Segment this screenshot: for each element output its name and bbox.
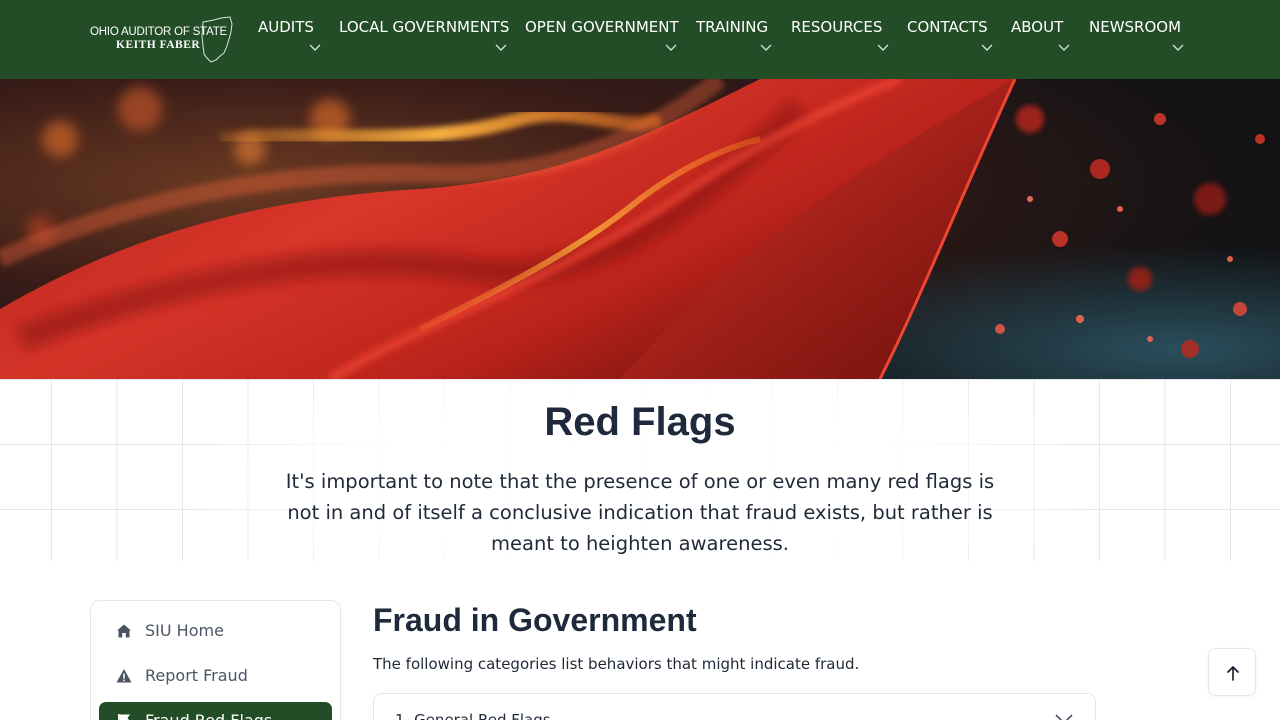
nav-local-governments[interactable]: LOCAL GOVERNMENTS (339, 18, 509, 62)
chevron-down-icon (981, 44, 993, 51)
back-to-top-button[interactable] (1208, 648, 1256, 696)
nav-label: OPEN GOVERNMENT (525, 18, 679, 36)
nav-audits[interactable]: AUDITS (258, 18, 321, 62)
chevron-down-icon (760, 44, 772, 51)
chevron-down-icon (665, 44, 677, 51)
chevron-down-icon (877, 44, 889, 51)
logo-line-1: OHIO AUDITOR OF STATE (90, 26, 228, 38)
intro-paragraph: It's important to note that the presence… (285, 470, 995, 555)
siu-sidebar: SIU Home Report Fraud Fraud Red Flags (90, 600, 341, 720)
top-navigation: OHIO AUDITOR OF STATE KEITH FABER AUDITS… (0, 0, 1280, 79)
home-icon (117, 624, 131, 638)
nav-newsroom[interactable]: NEWSROOM (1089, 18, 1184, 62)
nav-training[interactable]: TRAINING (696, 18, 772, 62)
sidebar-item-label: Report Fraud (145, 666, 248, 685)
nav-label: LOCAL GOVERNMENTS (339, 18, 510, 36)
ohio-auditor-logo[interactable]: OHIO AUDITOR OF STATE KEITH FABER (90, 16, 235, 64)
sidebar-item-fraud-red-flags[interactable]: Fraud Red Flags (99, 702, 332, 720)
logo-line-2: KEITH FABER (116, 39, 201, 51)
nav-open-government[interactable]: OPEN GOVERNMENT (525, 18, 679, 62)
nav-about[interactable]: ABOUT (1011, 18, 1070, 62)
red-flag-hero-image (0, 79, 1280, 379)
nav-label: NEWSROOM (1089, 18, 1182, 36)
nav-contacts[interactable]: CONTACTS (907, 18, 993, 62)
red-flag-banner-graphic (0, 79, 1280, 379)
sidebar-item-siu-home[interactable]: SIU Home (99, 612, 332, 650)
chevron-down-icon (309, 44, 321, 51)
nav-label: AUDITS (258, 18, 314, 36)
section-title: Fraud in Government (373, 602, 697, 638)
section-description: The following categories list behaviors … (373, 655, 860, 673)
nav-label: TRAINING (696, 18, 769, 36)
accordion-general-red-flags[interactable]: 1. General Red Flags (373, 693, 1096, 720)
warning-icon (116, 669, 132, 683)
chevron-down-icon (1055, 714, 1073, 720)
nav-resources[interactable]: RESOURCES (791, 18, 889, 62)
nav-label: RESOURCES (791, 18, 883, 36)
flag-icon (118, 714, 130, 720)
nav-label: CONTACTS (907, 18, 988, 36)
chevron-down-icon (1058, 44, 1070, 51)
sidebar-item-report-fraud[interactable]: Report Fraud (99, 657, 332, 695)
sidebar-item-label: SIU Home (145, 621, 224, 640)
arrow-up-icon (1227, 666, 1239, 681)
nav-label: ABOUT (1011, 18, 1064, 36)
sidebar-item-label: Fraud Red Flags (145, 711, 272, 720)
chevron-down-icon (495, 44, 507, 51)
page-title: Red Flags (544, 400, 736, 444)
accordion-label: 1. General Red Flags (395, 711, 551, 720)
chevron-down-icon (1172, 44, 1184, 51)
